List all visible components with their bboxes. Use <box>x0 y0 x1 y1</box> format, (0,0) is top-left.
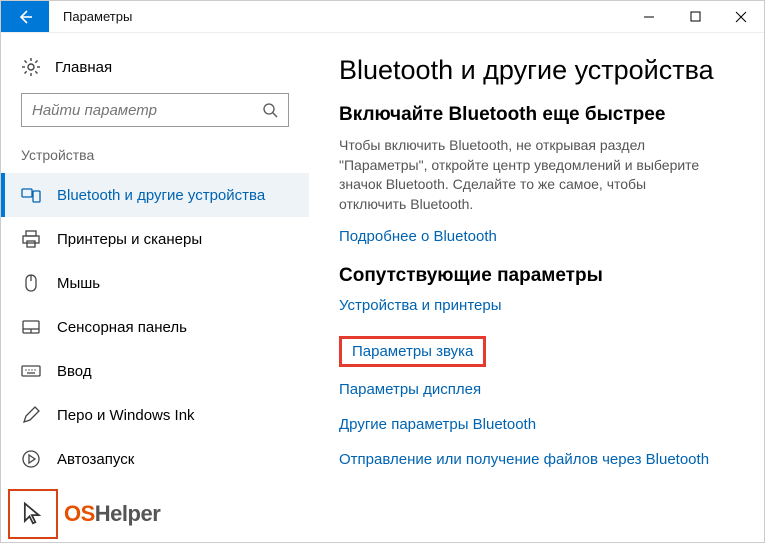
home-label: Главная <box>55 59 112 76</box>
sidebar-item-label: Ввод <box>57 363 92 380</box>
titlebar: Параметры <box>1 1 764 33</box>
sidebar-item-label: Bluetooth и другие устройства <box>57 187 265 204</box>
sidebar-item-label: Мышь <box>57 275 100 292</box>
back-button[interactable] <box>1 1 49 32</box>
content-area: Главная Устройства Bluetooth и другие ус… <box>1 33 764 542</box>
maximize-icon <box>690 11 701 22</box>
sidebar: Главная Устройства Bluetooth и другие ус… <box>1 33 309 542</box>
minimize-icon <box>643 11 655 23</box>
autoplay-icon <box>21 449 41 469</box>
sidebar-item-label: Сенсорная панель <box>57 319 187 336</box>
pen-icon <box>21 405 41 425</box>
learn-more-link[interactable]: Подробнее о Bluetooth <box>339 228 744 245</box>
close-button[interactable] <box>718 1 764 32</box>
link-sound-settings[interactable]: Параметры звука <box>352 343 473 360</box>
search-box[interactable] <box>21 93 289 127</box>
sidebar-item-bluetooth[interactable]: Bluetooth и другие устройства <box>1 173 309 217</box>
search-wrap <box>1 93 309 147</box>
home-button[interactable]: Главная <box>1 51 309 93</box>
related-heading: Сопутствующие параметры <box>339 265 744 287</box>
highlighted-link-box: Параметры звука <box>339 336 486 367</box>
mouse-icon <box>21 273 41 293</box>
window-controls <box>626 1 764 32</box>
search-input[interactable] <box>32 102 262 119</box>
sidebar-item-label: Принтеры и сканеры <box>57 231 202 248</box>
category-label: Устройства <box>1 147 309 173</box>
back-arrow-icon <box>17 9 33 25</box>
sidebar-item-mouse[interactable]: Мышь <box>1 261 309 305</box>
sidebar-item-touchpad[interactable]: Сенсорная панель <box>1 305 309 349</box>
minimize-button[interactable] <box>626 1 672 32</box>
keyboard-icon <box>21 361 41 381</box>
link-other-bluetooth[interactable]: Другие параметры Bluetooth <box>339 416 744 433</box>
description-text: Чтобы включить Bluetooth, не открывая ра… <box>339 136 709 214</box>
link-send-receive-files[interactable]: Отправление или получение файлов через B… <box>339 451 744 468</box>
link-devices-printers[interactable]: Устройства и принтеры <box>339 297 744 314</box>
sidebar-item-typing[interactable]: Ввод <box>1 349 309 393</box>
sidebar-item-autoplay[interactable]: Автозапуск <box>1 437 309 481</box>
devices-icon <box>21 185 41 205</box>
main-content: Bluetooth и другие устройства Включайте … <box>309 33 764 542</box>
page-title: Bluetooth и другие устройства <box>339 55 744 86</box>
related-section: Сопутствующие параметры Устройства и при… <box>339 265 744 468</box>
subheading: Включайте Bluetooth еще быстрее <box>339 104 744 126</box>
printer-icon <box>21 229 41 249</box>
sidebar-item-label: Автозапуск <box>57 451 134 468</box>
gear-icon <box>21 57 41 77</box>
window-title: Параметры <box>49 1 626 32</box>
close-icon <box>735 11 747 23</box>
search-icon <box>262 102 278 118</box>
sidebar-item-label: Перо и Windows Ink <box>57 407 195 424</box>
link-display-settings[interactable]: Параметры дисплея <box>339 381 744 398</box>
sidebar-item-pen[interactable]: Перо и Windows Ink <box>1 393 309 437</box>
sidebar-item-printers[interactable]: Принтеры и сканеры <box>1 217 309 261</box>
touchpad-icon <box>21 317 41 337</box>
maximize-button[interactable] <box>672 1 718 32</box>
